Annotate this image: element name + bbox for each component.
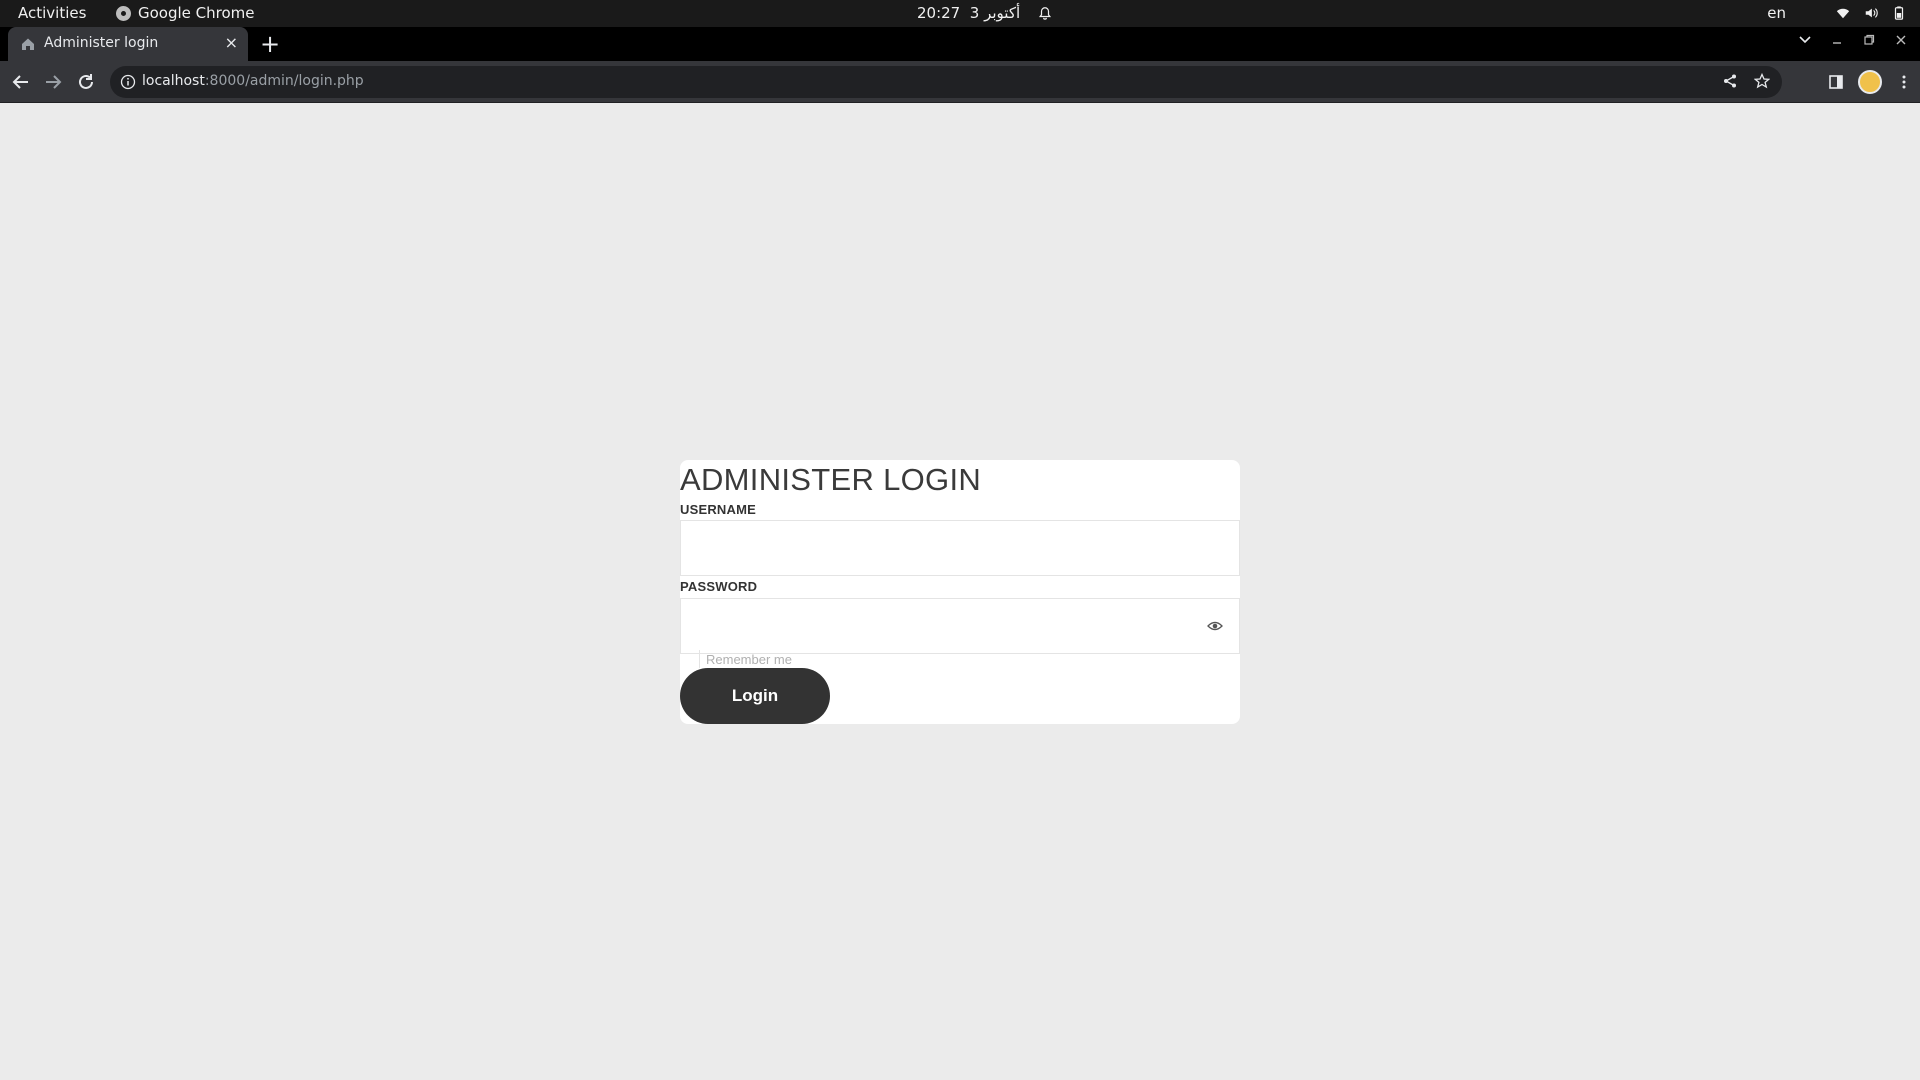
forward-icon[interactable] (42, 71, 64, 93)
close-tab-icon[interactable]: × (225, 33, 238, 52)
tab-search-icon[interactable] (1798, 33, 1812, 47)
tab-administer-login[interactable]: Administer login × (8, 27, 248, 61)
password-label: PASSWORD (680, 579, 758, 594)
share-icon[interactable] (1722, 73, 1738, 89)
address-bar[interactable]: localhost:8000/admin/login.php (110, 66, 1782, 98)
url-path: :8000/admin/login.php (204, 73, 364, 89)
login-button[interactable]: Login (680, 668, 830, 724)
new-tab-button[interactable]: + (260, 30, 280, 58)
password-input[interactable] (680, 598, 1240, 654)
login-card: ADMINISTER LOGIN USERNAME PASSWORD Remem… (680, 460, 1240, 724)
close-window-icon[interactable] (1894, 33, 1908, 47)
restore-icon[interactable] (1862, 33, 1876, 47)
system-status-area[interactable]: en (1767, 4, 1906, 22)
back-icon[interactable] (10, 71, 32, 93)
bookmark-star-icon[interactable] (1754, 73, 1770, 89)
browser-toolbar: localhost:8000/admin/login.php (0, 61, 1920, 103)
minimize-icon[interactable] (1830, 33, 1844, 47)
chrome-icon (116, 5, 131, 21)
url-text: localhost:8000/admin/login.php (142, 73, 364, 89)
clock[interactable]: 20:27 3 أكتوبر (917, 4, 1052, 22)
language-indicator[interactable]: en (1767, 4, 1786, 22)
reload-icon[interactable] (75, 71, 97, 93)
tab-title: Administer login (44, 35, 159, 51)
system-top-bar: Activities Google Chrome 20:27 3 أكتوبر … (0, 0, 1920, 27)
window-controls (1798, 33, 1908, 47)
more-menu-icon[interactable] (1896, 74, 1912, 90)
username-input[interactable] (680, 520, 1240, 576)
volume-icon (1865, 8, 1878, 18)
tab-strip: Administer login × + (0, 27, 1920, 61)
activities-button[interactable]: Activities (18, 4, 86, 22)
url-host: localhost (142, 73, 205, 89)
bell-icon (1039, 7, 1052, 20)
login-title: ADMINISTER LOGIN (680, 462, 982, 497)
remember-me-label[interactable]: Remember me (706, 652, 792, 667)
clock-time: 20:27 3 أكتوبر (917, 4, 1021, 22)
remember-me-row: Remember me (680, 650, 1240, 670)
show-password-icon[interactable] (1207, 619, 1223, 633)
battery-icon (1894, 6, 1904, 20)
app-menu[interactable]: Google Chrome (116, 4, 255, 22)
wifi-icon (1836, 8, 1850, 19)
side-panel-icon[interactable] (1828, 74, 1844, 90)
home-icon (22, 38, 34, 50)
site-info-icon[interactable] (120, 74, 136, 90)
username-label: USERNAME (680, 502, 756, 517)
app-name: Google Chrome (138, 4, 255, 22)
page-viewport: ADMINISTER LOGIN USERNAME PASSWORD Remem… (0, 104, 1920, 1080)
profile-avatar[interactable] (1858, 70, 1882, 94)
remember-me-checkbox[interactable] (680, 650, 700, 668)
